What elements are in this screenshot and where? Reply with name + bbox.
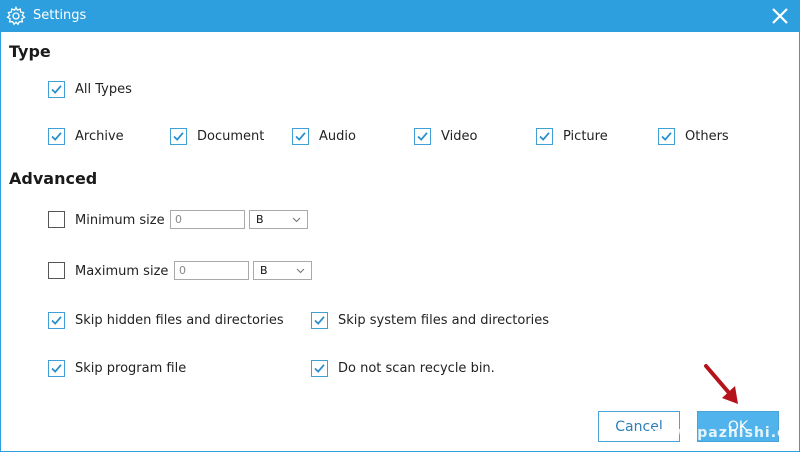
maximum-size-unit-value: B bbox=[260, 264, 268, 277]
minimum-size-checkbox[interactable] bbox=[48, 211, 65, 228]
maximum-size-checkbox[interactable] bbox=[48, 262, 65, 279]
maximum-size-label: Maximum size bbox=[75, 264, 169, 279]
checkmark-icon bbox=[314, 316, 325, 325]
skip-system-checkbox[interactable] bbox=[311, 312, 328, 329]
checkmark-icon bbox=[295, 132, 306, 141]
checkmark-icon bbox=[51, 85, 62, 94]
type-section-title: Type bbox=[9, 42, 51, 61]
window-title: Settings bbox=[33, 8, 87, 23]
document-checkbox[interactable] bbox=[170, 128, 187, 145]
checkmark-icon bbox=[51, 132, 62, 141]
gear-icon bbox=[6, 6, 26, 26]
document-label: Document bbox=[197, 129, 265, 144]
skip-system-label: Skip system files and directories bbox=[338, 313, 550, 328]
all-types-checkbox[interactable] bbox=[48, 81, 65, 98]
others-label: Others bbox=[685, 129, 729, 144]
video-label: Video bbox=[441, 129, 478, 144]
close-button[interactable] bbox=[768, 4, 792, 28]
title-bar: Settings bbox=[0, 0, 800, 32]
archive-checkbox[interactable] bbox=[48, 128, 65, 145]
no-recycle-checkbox[interactable] bbox=[311, 360, 328, 377]
skip-hidden-label: Skip hidden files and directories bbox=[75, 313, 284, 328]
checkmark-icon bbox=[539, 132, 550, 141]
checkmark-icon bbox=[51, 316, 62, 325]
no-recycle-label: Do not scan recycle bin. bbox=[338, 361, 495, 376]
minimum-size-unit-select[interactable]: B bbox=[249, 210, 308, 229]
picture-label: Picture bbox=[563, 129, 608, 144]
checkmark-icon bbox=[661, 132, 672, 141]
all-types-label: All Types bbox=[75, 82, 132, 97]
minimum-size-label: Minimum size bbox=[75, 213, 165, 228]
chevron-down-icon bbox=[292, 217, 301, 223]
audio-checkbox[interactable] bbox=[292, 128, 309, 145]
close-icon bbox=[772, 8, 788, 24]
maximum-size-unit-select[interactable]: B bbox=[253, 261, 312, 280]
watermark-text: www.pazhishi.co bbox=[650, 425, 797, 441]
checkmark-icon bbox=[314, 364, 325, 373]
archive-label: Archive bbox=[75, 129, 124, 144]
checkmark-icon bbox=[417, 132, 428, 141]
skip-program-label: Skip program file bbox=[75, 361, 187, 376]
checkmark-icon bbox=[51, 364, 62, 373]
audio-label: Audio bbox=[319, 129, 356, 144]
minimum-size-input[interactable] bbox=[170, 210, 245, 229]
minimum-size-unit-value: B bbox=[256, 213, 264, 226]
chevron-down-icon bbox=[296, 268, 305, 274]
skip-program-checkbox[interactable] bbox=[48, 360, 65, 377]
others-checkbox[interactable] bbox=[658, 128, 675, 145]
maximum-size-input[interactable] bbox=[174, 261, 249, 280]
video-checkbox[interactable] bbox=[414, 128, 431, 145]
picture-checkbox[interactable] bbox=[536, 128, 553, 145]
skip-hidden-checkbox[interactable] bbox=[48, 312, 65, 329]
checkmark-icon bbox=[173, 132, 184, 141]
annotation-arrow-icon bbox=[704, 364, 738, 404]
advanced-section-title: Advanced bbox=[9, 169, 98, 188]
